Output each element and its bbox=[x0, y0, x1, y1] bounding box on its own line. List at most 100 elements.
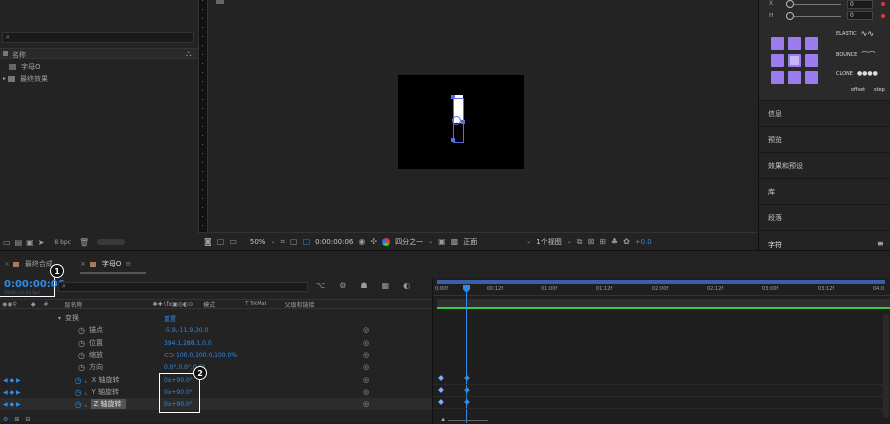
panel-effects-presets[interactable]: 效果和预设 bbox=[759, 152, 890, 178]
easing-preset-bounce[interactable]: BOUNCE ⌒⌒ bbox=[836, 52, 875, 59]
resolution-select[interactable]: 四分之一 bbox=[395, 237, 423, 247]
constrain-proportions-icon[interactable]: ⊂⊃ bbox=[164, 352, 174, 359]
mode-column[interactable]: 模式 bbox=[203, 300, 215, 309]
property-row-transform[interactable]: ▾ 变换 重置 bbox=[0, 312, 432, 324]
zoom-out-icon[interactable]: ⛰ bbox=[441, 417, 445, 423]
layer-search-input[interactable]: ⌕ bbox=[58, 282, 308, 292]
column-name-label[interactable]: 名称 bbox=[12, 50, 26, 60]
zoom-dropdown-icon[interactable]: ⌄ bbox=[270, 237, 275, 246]
easing-preset-clone[interactable]: CLONE ●●●● bbox=[836, 71, 878, 78]
transform-handle-bottom[interactable] bbox=[451, 138, 455, 142]
timeline-icon[interactable]: ⊞ bbox=[599, 237, 606, 246]
pickwhip-icon[interactable]: ◎ bbox=[363, 351, 369, 359]
transform-handle-right[interactable] bbox=[461, 120, 465, 124]
zoom-track[interactable] bbox=[448, 419, 489, 421]
stopwatch-icon[interactable]: ◷ bbox=[75, 388, 82, 397]
hash-column[interactable]: # bbox=[44, 301, 49, 308]
always-preview-icon[interactable]: ◙ bbox=[204, 237, 212, 246]
shy-layers-icon[interactable]: ☗ bbox=[360, 281, 367, 293]
view-dropdown-icon[interactable]: ⌄ bbox=[526, 237, 531, 246]
parent-column[interactable]: 父级和链接 bbox=[285, 300, 315, 309]
property-value[interactable]: 重置 bbox=[164, 314, 176, 323]
easing-param-value[interactable]: 0 bbox=[847, 0, 873, 9]
pickwhip-icon[interactable]: ◎ bbox=[363, 376, 369, 384]
new-comp-icon[interactable]: ▣ bbox=[26, 238, 34, 247]
tab-menu-icon[interactable]: ≡ bbox=[125, 260, 131, 268]
pickwhip-icon[interactable]: ◎ bbox=[363, 400, 369, 408]
exposure-value[interactable]: +0.0 bbox=[635, 238, 652, 246]
property-row[interactable]: ◷ 锚点 -5.9,-11.9,30.0 ◎ bbox=[0, 324, 432, 336]
fit-icon[interactable]: ⌗ bbox=[280, 237, 285, 246]
transform-handle-top[interactable] bbox=[451, 95, 455, 99]
panel-character[interactable]: 字符 ≡ bbox=[759, 230, 890, 250]
monitor-icon[interactable]: ▭ bbox=[229, 237, 237, 246]
stopwatch-icon[interactable]: ◷ bbox=[78, 326, 85, 335]
new-folder-icon[interactable]: ▤ bbox=[15, 238, 23, 247]
pickwhip-icon[interactable]: ◎ bbox=[363, 326, 369, 334]
layer-duration-bar[interactable] bbox=[437, 299, 890, 309]
viewer-timecode[interactable]: 0:00:00:06 bbox=[315, 238, 353, 246]
trash-icon[interactable]: 🗑 bbox=[79, 238, 89, 247]
keyframe[interactable] bbox=[438, 387, 444, 393]
easing-param-knob[interactable] bbox=[786, 12, 794, 20]
vr-icon[interactable]: ▢ bbox=[217, 237, 225, 246]
anchor-point-handle[interactable] bbox=[452, 116, 461, 125]
keyframe-dot-icon[interactable] bbox=[881, 14, 885, 18]
current-time-display[interactable]: 0:00:00:06 00006 (25.00 fps) bbox=[0, 275, 65, 297]
timeline-tab[interactable]: × 最终合成 bbox=[0, 257, 80, 271]
zoom-select[interactable]: 50% bbox=[250, 238, 266, 246]
property-value[interactable]: 100.0,100.0,100.0% bbox=[176, 352, 237, 359]
stopwatch-icon[interactable]: ◷ bbox=[78, 351, 85, 360]
panel-paragraph[interactable]: 段落 bbox=[759, 204, 890, 230]
time-ruler[interactable]: 0:00f 00:12f 01:00f 01:12f 02:00f 02:12f… bbox=[433, 284, 890, 296]
view-select[interactable]: 正面 bbox=[463, 237, 521, 247]
bpc-label[interactable]: 8 bpc bbox=[54, 239, 71, 246]
project-item[interactable]: 字母O bbox=[0, 61, 198, 72]
comp-mini-flowchart-icon[interactable]: ⌥ bbox=[316, 281, 325, 293]
flowchart-view-icon[interactable]: ♣ bbox=[611, 237, 618, 246]
project-item[interactable]: ▸ 最终效果 bbox=[0, 73, 198, 84]
keyframe-nav[interactable]: ◀ ◆ ▶ bbox=[3, 377, 21, 384]
keyframe-nav[interactable]: ◀ ◆ ▶ bbox=[3, 401, 21, 408]
property-row[interactable]: ◷ 方向 0.0°,0.0°,0.0° ◎ bbox=[0, 361, 432, 373]
stopwatch-icon[interactable]: ◷ bbox=[75, 400, 82, 409]
easing-param-slider[interactable] bbox=[789, 4, 841, 5]
motion-blur-icon[interactable]: ◐ bbox=[403, 281, 410, 293]
panel-info[interactable]: 信息 bbox=[759, 100, 890, 126]
expand-arrow-icon[interactable]: ▸ bbox=[3, 75, 6, 82]
fast-preview-icon[interactable]: ⊠ bbox=[587, 237, 594, 246]
roi-icon[interactable]: ▣ bbox=[438, 237, 446, 246]
flowchart-icon[interactable]: ➤ bbox=[38, 238, 45, 247]
easing-preset-elastic[interactable]: ELASTIC ∿∿ bbox=[836, 30, 874, 38]
timeline-zoom-slider[interactable]: ⛰ bbox=[441, 417, 511, 423]
keyframe[interactable] bbox=[438, 375, 444, 381]
offset-button[interactable]: offset bbox=[851, 87, 865, 93]
step-button[interactable]: step bbox=[874, 87, 885, 93]
expand-arrow-icon[interactable]: ▾ bbox=[58, 315, 61, 322]
view-layout-select[interactable]: 1个视图 bbox=[536, 237, 561, 247]
keyframe-nav[interactable]: ◀ ◆ ▶ bbox=[3, 389, 21, 396]
keyframe[interactable] bbox=[438, 399, 444, 405]
frame-blending-icon[interactable]: ▦ bbox=[382, 281, 390, 293]
mask-visibility-icon[interactable]: ▢ bbox=[303, 237, 311, 246]
view-layout-dropdown-icon[interactable]: ⌄ bbox=[567, 237, 572, 246]
grid-icon[interactable]: ▢ bbox=[290, 237, 298, 246]
composition-canvas[interactable] bbox=[398, 75, 524, 169]
panel-libraries[interactable]: 库 bbox=[759, 178, 890, 204]
property-row-selected[interactable]: ◀ ◆ ▶ ◷ ⌞ Z 轴旋转 0x+90.0° ◎ bbox=[0, 398, 432, 410]
stopwatch-icon[interactable]: ◷ bbox=[78, 363, 85, 372]
channel-icon[interactable]: ✣ bbox=[370, 237, 377, 246]
interpret-footage-icon[interactable]: ▭ bbox=[3, 238, 11, 247]
property-row[interactable]: ◷ 缩放 ⊂⊃ 100.0,100.0,100.0% ◎ bbox=[0, 349, 432, 361]
camera-icon[interactable]: ◉ bbox=[358, 237, 365, 246]
pickwhip-icon[interactable]: ◎ bbox=[363, 339, 369, 347]
close-tab-icon[interactable]: × bbox=[4, 260, 10, 268]
panel-menu-icon[interactable]: ≡ bbox=[877, 239, 884, 248]
anchor-grid[interactable] bbox=[771, 37, 823, 87]
property-row[interactable]: ◷ 位置 394.1,288.1,0.0 ◎ bbox=[0, 337, 432, 349]
pickwhip-icon[interactable]: ◎ bbox=[363, 388, 369, 396]
trkmat-column[interactable]: T TrkMat bbox=[245, 301, 266, 307]
stopwatch-icon[interactable]: ◷ bbox=[78, 339, 85, 348]
layer-name-column[interactable]: 层名称 bbox=[65, 300, 83, 309]
easing-param-knob[interactable] bbox=[786, 0, 794, 8]
